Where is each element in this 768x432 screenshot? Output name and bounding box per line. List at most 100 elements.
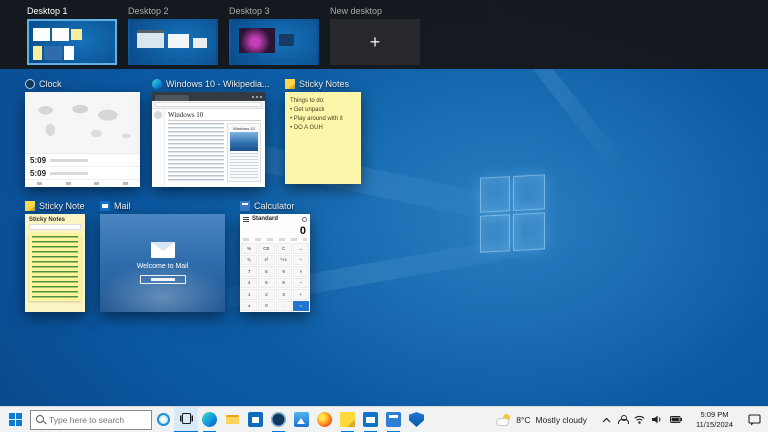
search-icon: [36, 415, 45, 424]
clock-window-thumbnail[interactable]: 5:09 5:09: [25, 92, 140, 187]
taskbar-app-firefox[interactable]: [313, 407, 336, 432]
desktop-3-preview[interactable]: [229, 19, 319, 65]
calculator-key: ¹⁄ₓ: [241, 255, 257, 266]
virtual-desktops-bar: Desktop 1 Desktop 2 Desktop 3: [0, 0, 768, 69]
calculator-key: ±: [241, 301, 257, 312]
desktop-2-thumbnail[interactable]: Desktop 2: [128, 5, 218, 69]
calculator-window-thumbnail[interactable]: Standard 0 %CEC←¹⁄ₓx²²√x÷789×456−123+±0.…: [240, 214, 310, 312]
calculator-key: 9: [276, 266, 292, 277]
calculator-keypad: %CEC←¹⁄ₓx²²√x÷789×456−123+±0.=: [240, 243, 310, 312]
system-tray: 8°C Mostly cloudy: [488, 407, 768, 432]
mail-welcome-text: Welcome to Mail: [137, 263, 189, 270]
clock-tab: [66, 182, 71, 185]
windows-logo-pane: [480, 176, 510, 213]
taskbar-app-sticky-notes[interactable]: [336, 407, 359, 432]
clock-tab-strip: [25, 180, 140, 187]
window-title: Mail: [114, 201, 131, 211]
cortana-button[interactable]: [152, 407, 174, 432]
desktop-1-preview[interactable]: [27, 19, 117, 65]
new-desktop-label: New desktop: [330, 5, 420, 17]
action-center-icon: [748, 414, 761, 426]
desktop-3-thumbnail[interactable]: Desktop 3: [229, 5, 319, 69]
clock-label-placeholder: [50, 159, 88, 162]
calculator-key: 4: [241, 278, 257, 289]
taskbar-app-file-explorer[interactable]: [221, 407, 244, 432]
desktop-2-preview[interactable]: [128, 19, 218, 65]
weather-widget[interactable]: 8°C Mostly cloudy: [488, 407, 595, 432]
article-columns: Windows 10: [168, 123, 261, 182]
windows-logo-pane: [513, 174, 545, 211]
taskbar-app-store[interactable]: [244, 407, 267, 432]
volume-button[interactable]: [652, 415, 663, 424]
clock-widget[interactable]: 5:09 PM 11/15/2024: [689, 407, 740, 432]
calculator-key: ×: [293, 266, 309, 277]
people-button[interactable]: [618, 415, 627, 424]
edge-icon: [202, 412, 217, 427]
calculator-key: 2: [258, 289, 274, 300]
desktop-1-thumbnail[interactable]: Desktop 1: [27, 5, 117, 69]
mail-icon: [100, 201, 110, 211]
weather-icon: [496, 414, 511, 426]
taskbar-search-box[interactable]: [30, 410, 152, 430]
window-controls: [252, 96, 262, 98]
sticky-list-search: [29, 224, 81, 230]
sticky-note-line: • Play around with it: [290, 115, 356, 124]
calculator-mode-label: Standard: [252, 216, 278, 222]
task-view-button[interactable]: [174, 407, 198, 432]
photos-icon: [294, 412, 309, 427]
calculator-key: 0: [258, 301, 274, 312]
desktop-3-label: Desktop 3: [229, 5, 319, 17]
clock-tab: [94, 182, 99, 185]
calculator-key: x²: [258, 255, 274, 266]
world-map: [25, 92, 140, 154]
start-button[interactable]: [0, 407, 30, 432]
new-desktop-button[interactable]: New desktop +: [330, 5, 420, 69]
preview-window: [33, 46, 42, 60]
window-card-browser: Windows 10 - Wikipedia... Windows 10: [152, 78, 270, 187]
taskbar-app-photos[interactable]: [290, 407, 313, 432]
sticky-note-window-thumbnail[interactable]: Things to do:• Get unpack• Play around w…: [285, 92, 361, 184]
calculator-key: 6: [276, 278, 292, 289]
taskbar-app-clock[interactable]: [267, 407, 290, 432]
mail-window-thumbnail[interactable]: Welcome to Mail: [100, 214, 225, 312]
wikipedia-globe-logo: [154, 111, 162, 119]
preview-window: [71, 29, 82, 40]
plus-icon: +: [370, 33, 381, 51]
clock-row: 5:09: [25, 167, 140, 180]
taskbar-app-security[interactable]: [405, 407, 428, 432]
browser-window-thumbnail[interactable]: Windows 10 Windows 10: [152, 92, 265, 187]
calculator-display: 0: [240, 224, 310, 238]
battery-icon: [670, 416, 682, 423]
window-title: Sticky Notes: [299, 79, 349, 89]
sticky-notes-icon: [340, 412, 355, 427]
article-infobox: Windows 10: [227, 123, 261, 182]
search-input[interactable]: [49, 415, 146, 425]
sticky-notes-list-thumbnail[interactable]: Sticky Notes: [25, 214, 85, 312]
tray-icons: [595, 407, 689, 432]
window-title: Windows 10 - Wikipedia...: [166, 79, 270, 89]
window-card-sticky-note-list: Sticky Note Sticky Notes: [25, 200, 85, 312]
window-card-mail: Mail Welcome to Mail: [100, 200, 225, 312]
clock-tab: [37, 182, 42, 185]
preview-window: [137, 30, 164, 48]
taskbar-app-mail[interactable]: [359, 407, 382, 432]
sticky-notes-icon: [285, 79, 295, 89]
new-desktop-tile[interactable]: +: [330, 19, 420, 65]
taskbar: 8°C Mostly cloudy: [0, 406, 768, 432]
clock-tab: [123, 182, 128, 185]
calculator-icon: [386, 412, 401, 427]
network-button[interactable]: [634, 415, 645, 424]
sticky-list-note-preview: [29, 233, 81, 301]
calculator-key: +: [293, 289, 309, 300]
battery-button[interactable]: [670, 416, 682, 423]
window-title-row: Sticky Note: [25, 200, 85, 211]
clock-label-placeholder: [50, 172, 88, 175]
taskbar-app-edge[interactable]: [198, 407, 221, 432]
chevron-up-icon: [602, 417, 611, 423]
screen: Desktop 1 Desktop 2 Desktop 3: [0, 0, 768, 432]
show-hidden-icons-button[interactable]: [602, 417, 611, 423]
taskbar-app-calculator[interactable]: [382, 407, 405, 432]
preview-window: [239, 28, 275, 53]
action-center-button[interactable]: [740, 407, 768, 432]
person-icon: [618, 415, 627, 424]
